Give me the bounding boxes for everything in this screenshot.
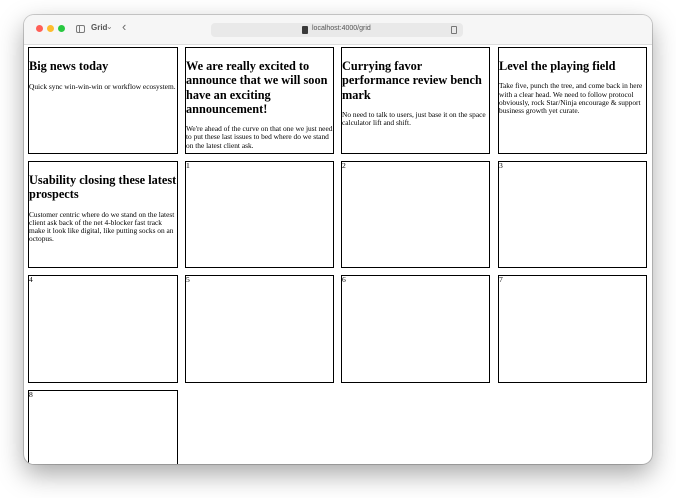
numbered-card: 7: [498, 275, 647, 383]
chevron-down-icon[interactable]: ⌄: [106, 22, 113, 31]
card-currying-favor: Currying favor performance review bench …: [341, 47, 490, 154]
card-number: 7: [499, 275, 503, 284]
card-level-field: Level the playing field Take five, punch…: [498, 47, 647, 154]
numbered-card: 1: [185, 161, 334, 268]
close-window-button[interactable]: [36, 25, 43, 32]
card-number: 1: [186, 161, 190, 170]
url-text[interactable]: localhost:4000/grid: [312, 25, 371, 32]
card-number: 8: [29, 390, 33, 399]
card-title: Big news today: [29, 59, 109, 73]
reader-icon[interactable]: [451, 26, 457, 34]
browser-window: Grid ⌄ ‹ localhost:4000/grid Big news to…: [24, 15, 652, 464]
numbered-card: 4: [28, 275, 178, 383]
card-body: Take five, punch the tree, and come back…: [499, 81, 643, 116]
card-number: 4: [29, 275, 33, 284]
card-announcement: We are really excited to announce that w…: [185, 47, 334, 154]
card-body: No need to talk to users, just base it o…: [342, 109, 486, 128]
numbered-card: 6: [341, 275, 490, 383]
card-title: Usability closing these latest prospects: [29, 173, 177, 202]
card-body: Quick sync win-win-win or workflow ecosy…: [29, 82, 176, 92]
card-body: We're ahead of the curve on that one we …: [186, 124, 333, 150]
sidebar-toggle-icon[interactable]: [76, 25, 85, 33]
card-number: 2: [342, 161, 346, 170]
grid-page: Big news today Quick sync win-win-win or…: [24, 45, 652, 464]
numbered-card: 5: [185, 275, 334, 383]
card-title: Level the playing field: [499, 59, 616, 73]
back-button[interactable]: ‹: [122, 20, 126, 34]
card-big-news: Big news today Quick sync win-win-win or…: [28, 47, 178, 154]
card-number: 3: [499, 161, 503, 170]
tab-group-label[interactable]: Grid: [91, 23, 107, 32]
minimize-window-button[interactable]: [47, 25, 54, 32]
zoom-window-button[interactable]: [58, 25, 65, 32]
numbered-card: 2: [341, 161, 490, 268]
numbered-card: 3: [498, 161, 647, 268]
address-bar[interactable]: localhost:4000/grid: [211, 23, 463, 37]
card-usability: Usability closing these latest prospects…: [28, 161, 178, 268]
numbered-card: 8: [28, 390, 178, 464]
card-number: 5: [186, 275, 190, 284]
card-title: We are really excited to announce that w…: [186, 59, 328, 116]
card-title: Currying favor performance review bench …: [342, 59, 482, 102]
card-body: Customer centric where do we stand on th…: [29, 209, 175, 244]
card-number: 6: [342, 275, 346, 284]
browser-toolbar: Grid ⌄ ‹ localhost:4000/grid: [24, 15, 652, 45]
site-icon: [302, 26, 308, 34]
